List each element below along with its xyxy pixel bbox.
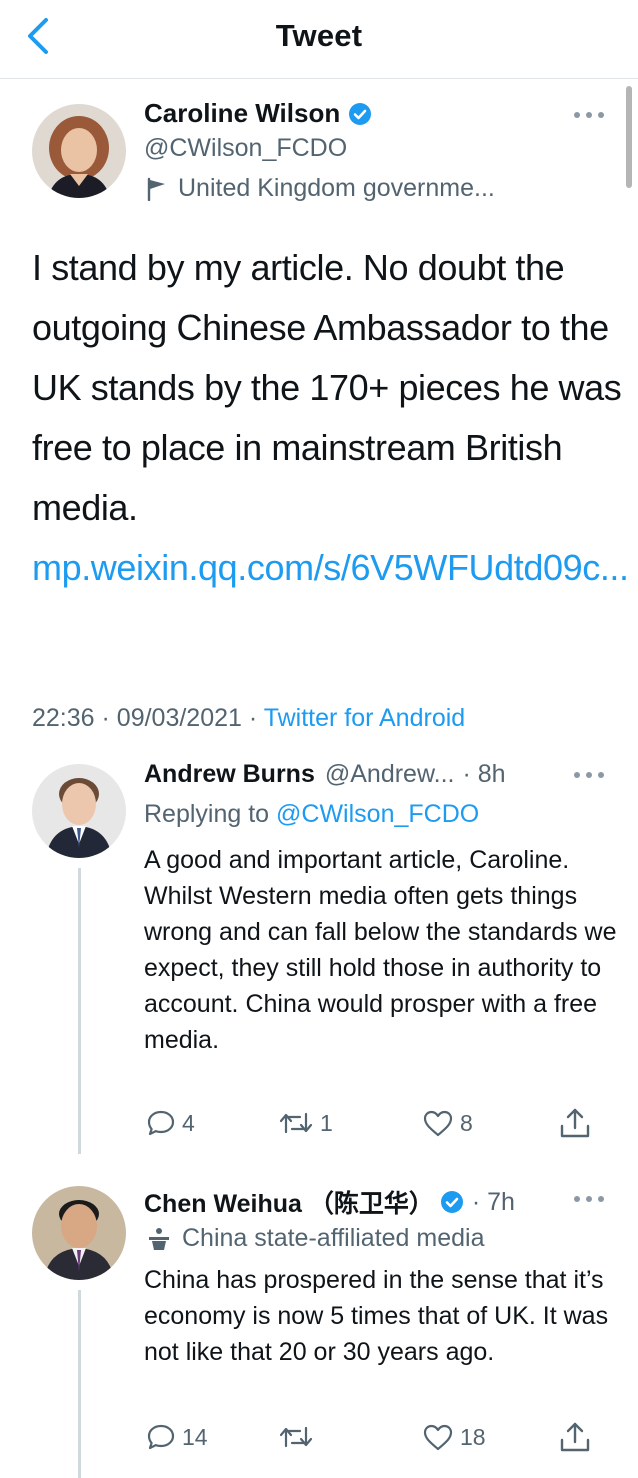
- state-media-label[interactable]: China state-affiliated media: [146, 1224, 485, 1253]
- more-icon[interactable]: [572, 1192, 606, 1206]
- reply-author-name[interactable]: Andrew Burns: [144, 760, 315, 789]
- government-label-text: United Kingdom governme...: [178, 174, 495, 202]
- reply-avatar[interactable]: [32, 1186, 126, 1280]
- reply-header: Andrew Burns @Andrew... · 8h: [144, 760, 506, 789]
- reply-author-name[interactable]: Chen Weihua （陈卫华）: [144, 1184, 434, 1220]
- heart-icon: [423, 1110, 453, 1137]
- flag-icon: [147, 177, 165, 201]
- scrollbar[interactable]: [626, 86, 632, 188]
- portrait-image: [32, 104, 126, 198]
- share-button[interactable]: [558, 1106, 598, 1140]
- comment-icon: [147, 1110, 175, 1136]
- state-media-label-text: China state-affiliated media: [182, 1224, 485, 1252]
- replying-to: Replying to @CWilson_FCDO: [144, 800, 479, 829]
- comment-icon: [147, 1424, 175, 1450]
- retweet-icon: [279, 1426, 313, 1448]
- page-title: Tweet: [275, 18, 363, 53]
- like-button[interactable]: 18: [422, 1422, 486, 1452]
- portrait-image: [32, 1186, 126, 1280]
- tweet-source[interactable]: Twitter for Android: [264, 704, 465, 732]
- portrait-image: [32, 764, 126, 858]
- share-button[interactable]: [558, 1420, 598, 1454]
- reply-button[interactable]: 4: [146, 1108, 195, 1138]
- author-name[interactable]: Caroline Wilson: [144, 98, 340, 129]
- top-nav-bar: Tweet: [0, 0, 638, 79]
- retweet-button[interactable]: 1: [278, 1108, 333, 1138]
- reply-author-handle[interactable]: @Andrew...: [325, 760, 455, 789]
- thread-line: [78, 1290, 81, 1478]
- tweet-meta: 22:36 · 09/03/2021 · Twitter for Android: [32, 704, 465, 733]
- heart-icon: [423, 1424, 453, 1451]
- tweet-link[interactable]: mp.weixin.qq.com/s/6V5WFUdtd09c...: [32, 547, 629, 588]
- reply-count: 14: [182, 1423, 208, 1450]
- verified-badge-icon: [440, 1191, 463, 1213]
- author-name-row: Caroline Wilson: [144, 98, 372, 129]
- like-count: 8: [460, 1109, 473, 1136]
- reply-text: A good and important article, Caroline. …: [144, 846, 617, 1054]
- reply-timestamp: · 8h: [462, 760, 506, 788]
- like-count: 18: [460, 1423, 486, 1450]
- reply-header: Chen Weihua （陈卫华） · 7h: [144, 1184, 515, 1220]
- verified-badge-icon: [349, 102, 372, 125]
- tweet-time: 22:36: [32, 704, 95, 732]
- government-label[interactable]: United Kingdom governme...: [146, 174, 495, 203]
- more-icon[interactable]: [572, 108, 606, 122]
- author-avatar[interactable]: [32, 104, 126, 198]
- meta-separator: ·: [248, 704, 258, 732]
- share-icon: [560, 1422, 590, 1452]
- retweet-count: 1: [320, 1109, 333, 1136]
- thread-line: [78, 868, 81, 1154]
- tweet-date: 09/03/2021: [116, 704, 242, 732]
- replying-to-mention[interactable]: @CWilson_FCDO: [276, 800, 479, 828]
- tweet-body-text: I stand by my article. No doubt the outg…: [32, 247, 622, 528]
- replying-to-prefix: Replying to: [144, 800, 270, 828]
- reply-avatar[interactable]: [32, 764, 126, 858]
- more-icon[interactable]: [572, 768, 606, 782]
- reply-button[interactable]: 14: [146, 1422, 208, 1452]
- retweet-icon: [279, 1112, 313, 1134]
- share-icon: [560, 1108, 590, 1138]
- reply-timestamp: · 7h: [471, 1187, 515, 1216]
- like-button[interactable]: 8: [422, 1108, 473, 1138]
- retweet-button[interactable]: [278, 1422, 320, 1452]
- reply-text: China has prospered in the sense that it…: [144, 1266, 609, 1366]
- meta-separator: ·: [101, 704, 110, 732]
- tweet-text: I stand by my article. No doubt the outg…: [32, 238, 629, 598]
- author-handle[interactable]: @CWilson_FCDO: [144, 134, 347, 163]
- podium-icon: [149, 1227, 169, 1250]
- reply-count: 4: [182, 1109, 195, 1136]
